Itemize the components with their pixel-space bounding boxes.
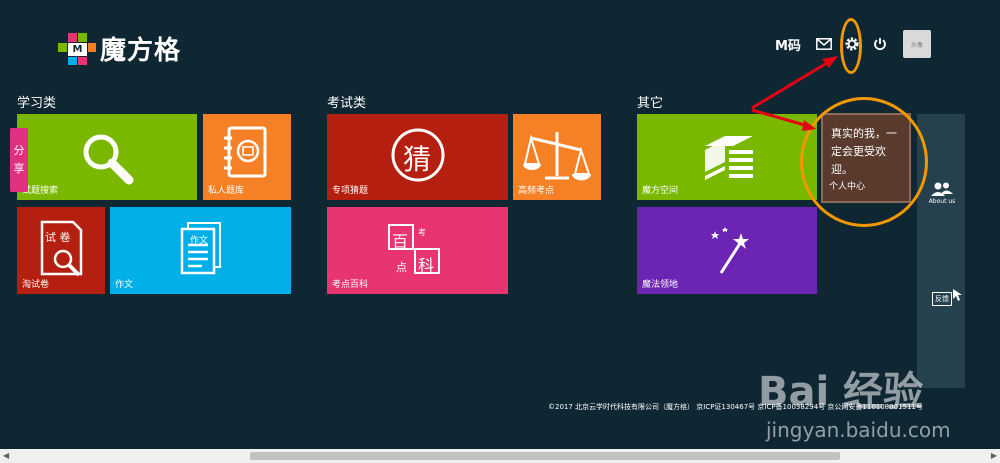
scroll-right-icon[interactable]: ▶ [991, 451, 997, 460]
horizontal-scrollbar[interactable]: ◀ ▶ [0, 449, 1000, 463]
annotation-arrows [751, 56, 838, 131]
scroll-thumb[interactable] [250, 452, 840, 460]
scroll-left-icon[interactable]: ◀ [3, 451, 9, 460]
